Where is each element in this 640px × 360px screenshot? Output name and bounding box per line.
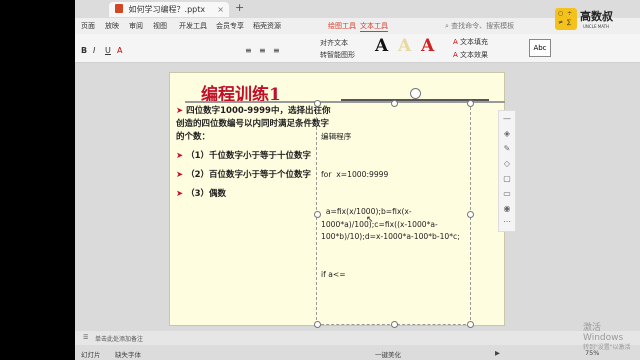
align-right-icon[interactable]: ≡ — [273, 46, 280, 55]
problem-textbox[interactable]: ➤ 四位数字1000-9999中，选择出在你创造的四位数编号以内同时满足条件数字的… — [176, 105, 336, 207]
menu-item-docer[interactable]: 稻壳资源 — [253, 21, 281, 31]
resize-handle[interactable] — [391, 100, 398, 107]
code-content[interactable]: 编辑程序 for x=1000:9999 a=fix(x/1000);b=fix… — [321, 106, 473, 306]
menu-item-devtools[interactable]: 开发工具 — [179, 21, 207, 31]
logo-subtext: UNCLE MATH — [583, 24, 610, 29]
condition-item-text: （1）千位数字小于等于十位数字 — [186, 151, 312, 161]
app-window: 如何学习编程？.pptx × + 页面 放映 审阅 视图 开发工具 会员专享 稻… — [75, 0, 640, 360]
text-style-red-icon[interactable]: A — [421, 36, 434, 56]
italic-icon[interactable]: I — [93, 46, 95, 55]
play-icon[interactable]: ▶ — [495, 349, 500, 357]
text-fill-label: 文本填充 — [460, 38, 489, 46]
search-icon: ⌕ — [445, 22, 449, 30]
notes-icon: ☰ — [83, 334, 89, 341]
condition-item-text: （3）偶数 — [186, 189, 227, 199]
more-icon[interactable]: ⋯ — [502, 217, 512, 227]
resize-handle[interactable] — [467, 211, 474, 218]
condition-item: ➤ （3）偶数 — [176, 188, 336, 201]
menu-item-page[interactable]: 页面 — [81, 21, 95, 31]
resize-handle[interactable] — [467, 100, 474, 107]
text-fill-button[interactable]: A 文本填充 — [453, 37, 488, 47]
resize-handle[interactable] — [314, 321, 321, 328]
rotate-handle-icon[interactable] — [410, 88, 421, 99]
command-search-label: 查找命令、搜索模板 — [451, 22, 515, 30]
code-heading: 编辑程序 — [321, 132, 352, 141]
text-effect-icon: A — [453, 51, 458, 59]
resize-handle[interactable] — [467, 321, 474, 328]
text-effect-label: 文本效果 — [460, 51, 489, 59]
logo-text: 高数叔 — [580, 10, 613, 23]
new-tab-button[interactable]: + — [235, 1, 244, 14]
resize-handle[interactable] — [314, 100, 321, 107]
missing-font-button[interactable]: 缺失字体 — [115, 349, 141, 359]
notes-placeholder: 单击此处添加备注 — [95, 336, 144, 343]
bullet-arrow-icon: ➤ — [176, 106, 184, 116]
bullet-arrow-icon: ➤ — [176, 170, 184, 180]
outline-icon[interactable]: ▢ — [502, 174, 512, 184]
menu-item-text-tools[interactable]: 文本工具 — [360, 21, 388, 32]
problem-statement: ➤ 四位数字1000-9999中，选择出在你创造的四位数编号以内同时满足条件数字的… — [176, 105, 336, 144]
code-line: a=fix(x/1000);b=fix(x-1000*a)/100);c=fix… — [321, 207, 460, 241]
align-text-label: 对齐文本 — [320, 39, 348, 47]
slide-indicator: 幻灯片 — [81, 351, 101, 359]
logo-mark-icon: ○ ÷ ≠ ∑ — [555, 8, 577, 30]
font-color-icon[interactable]: A — [117, 46, 122, 55]
close-tab-icon[interactable]: × — [217, 2, 224, 17]
condition-item-text: （2）百位数字小于等于个位数字 — [186, 170, 312, 180]
align-center-icon[interactable]: ≡ — [259, 46, 266, 55]
code-textbox[interactable]: 编辑程序 for x=1000:9999 a=fix(x/1000);b=fix… — [314, 100, 474, 328]
pen-icon[interactable]: ✎ — [502, 144, 512, 154]
underline-icon[interactable]: U — [105, 46, 111, 55]
quick-tool-column: — ◈ ✎ ◇ ▢ ▭ ◉ ⋯ — [498, 110, 516, 232]
bullet-arrow-icon: ➤ — [176, 151, 184, 161]
channel-logo: ○ ÷ ≠ ∑ 高数叔 UNCLE MATH — [555, 8, 617, 34]
problem-statement-text: 四位数字1000-9999中，选择出在你创造的四位数编号以内同时满足条件数字的个… — [176, 106, 331, 142]
command-search[interactable]: ⌕ 查找命令、搜索模板 — [445, 21, 514, 31]
code-line: for x=1000:9999 — [321, 169, 389, 179]
pptx-file-icon — [115, 4, 123, 13]
menu-item-vip[interactable]: 会员专享 — [216, 21, 244, 31]
menu-item-view[interactable]: 视图 — [153, 21, 167, 31]
text-effect-button[interactable]: A 文本效果 — [453, 50, 488, 60]
slide-canvas: 编程训练1 ➤ 四位数字1000-9999中，选择出在你创造的四位数编号以内同时满… — [75, 63, 640, 331]
crop-icon[interactable]: ▭ — [502, 189, 512, 199]
convert-smartart-button[interactable]: 转智能图形 — [320, 50, 355, 60]
bullet-arrow-icon: ➤ — [176, 189, 184, 199]
document-tab-label: 如何学习编程？.pptx — [128, 5, 206, 14]
code-line: if a<= — [321, 269, 346, 279]
condition-item: ➤ （2）百位数字小于等于个位数字 — [176, 169, 336, 182]
convert-smartart-label: 转智能图形 — [320, 51, 355, 59]
shape-style-abc[interactable]: Abc — [529, 39, 551, 57]
align-left-icon[interactable]: ≡ — [245, 46, 252, 55]
document-tab[interactable]: 如何学习编程？.pptx × — [109, 2, 229, 17]
align-text-button[interactable]: 对齐文本 — [320, 38, 348, 48]
status-bar: 幻灯片 缺失字体 一键美化 ▶ 75% — [75, 345, 640, 360]
collapse-icon[interactable]: — — [502, 114, 512, 124]
watermark-line1: 激活 Windows — [583, 323, 624, 343]
mouse-pointer-icon: ↖ — [366, 215, 374, 225]
shape-fill-icon[interactable]: ◇ — [502, 159, 512, 169]
activation-watermark: 激活 Windows 转到"设置"以激活 — [583, 323, 640, 353]
resize-handle[interactable] — [314, 211, 321, 218]
watermark-line2: 转到"设置"以激活 — [583, 344, 631, 351]
layers-icon[interactable]: ◈ — [502, 129, 512, 139]
notes-pane[interactable]: ☰ 单击此处添加备注 — [75, 331, 640, 345]
bold-icon[interactable]: B — [81, 46, 87, 55]
condition-item: ➤ （1）千位数字小于等于十位数字 — [176, 150, 336, 163]
menu-item-slideshow[interactable]: 放映 — [105, 21, 119, 31]
menu-item-drawing-tools[interactable]: 绘图工具 — [328, 21, 356, 31]
text-fill-icon: A — [453, 38, 458, 46]
text-style-gold-icon[interactable]: A — [398, 36, 411, 56]
location-icon[interactable]: ◉ — [502, 204, 512, 214]
text-style-black-icon[interactable]: A — [375, 36, 388, 56]
ribbon-toolbar: B I U A ≡ ≡ ≡ 对齐文本 转智能图形 A A A A 文本填充 A … — [75, 34, 640, 63]
beautify-button[interactable]: 一键美化 — [375, 349, 401, 359]
menu-item-review[interactable]: 审阅 — [129, 21, 143, 31]
resize-handle[interactable] — [391, 321, 398, 328]
